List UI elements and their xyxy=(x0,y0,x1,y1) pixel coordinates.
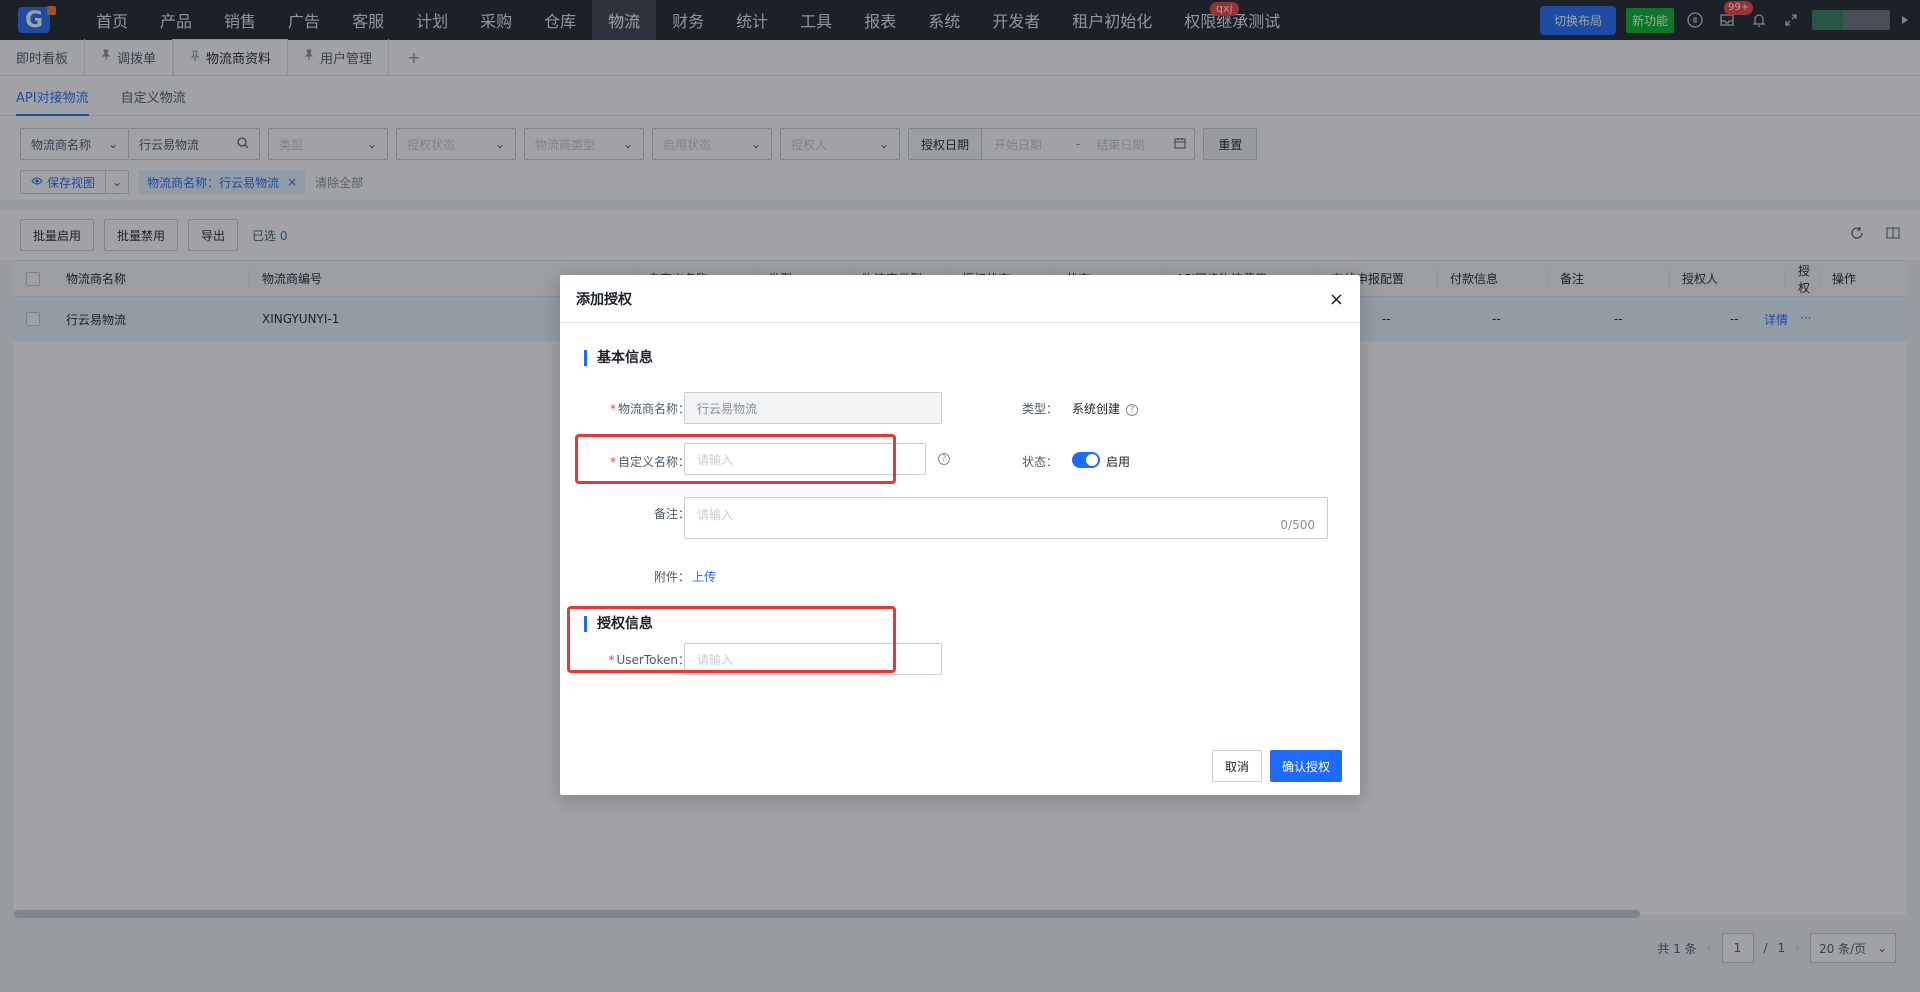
status-toggle[interactable] xyxy=(1072,452,1100,468)
help-icon[interactable]: ? xyxy=(1126,403,1139,416)
provider-name-field: 行云易物流 xyxy=(684,392,942,424)
status-label: 状态： xyxy=(1022,455,1059,469)
cancel-button[interactable]: 取消 xyxy=(1212,750,1263,782)
type-label: 类型： xyxy=(1022,402,1059,416)
provider-name-field-value: 行云易物流 xyxy=(697,401,758,416)
remark-placeholder: 请输入 xyxy=(697,508,734,522)
help-icon[interactable]: ? xyxy=(938,453,950,465)
type-value: 系统创建? xyxy=(1072,400,1139,417)
highlight-box-auth-info xyxy=(567,606,896,673)
confirm-auth-button[interactable]: 确认授权 xyxy=(1270,750,1343,782)
status-value: 启用 xyxy=(1106,455,1131,469)
required-marker: * xyxy=(609,402,616,416)
remark-textarea[interactable]: 请输入 0/500 xyxy=(684,497,1328,539)
section-basic-info: 基本信息 xyxy=(584,350,653,366)
upload-link[interactable]: 上传 xyxy=(692,568,716,585)
provider-name-label-text: 物流商名称： xyxy=(617,402,690,416)
remark-label: 备注： xyxy=(653,507,690,521)
highlight-box-custom-name xyxy=(575,434,896,484)
attachment-label: 附件： xyxy=(653,570,690,584)
type-value-text: 系统创建 xyxy=(1072,402,1121,416)
close-icon[interactable]: × xyxy=(1329,289,1344,310)
remark-char-count: 0/500 xyxy=(1280,518,1315,532)
add-auth-modal: 添加授权 × 基本信息 * 物流商名称： 行云易物流 类型： 系统创建? * 自定义… xyxy=(560,275,1360,795)
modal-header: 添加授权 × xyxy=(560,275,1360,323)
modal-title: 添加授权 xyxy=(576,291,632,308)
provider-name-label: * 物流商名称： xyxy=(582,400,690,417)
